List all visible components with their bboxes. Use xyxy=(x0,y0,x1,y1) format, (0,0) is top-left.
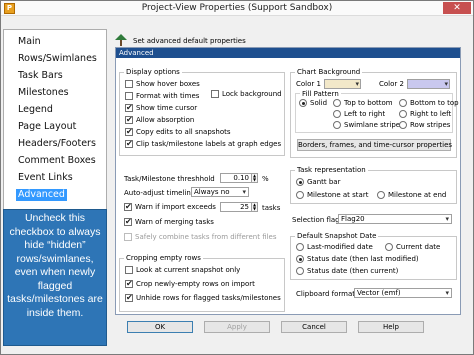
format-with-times-checkbox[interactable]: Format with times xyxy=(125,92,199,100)
show-hover-boxes-checkbox[interactable]: Show hover boxes xyxy=(125,80,200,88)
callout-annotation: Uncheck this checkbox to always hide “hi… xyxy=(3,209,107,346)
task-representation-group: Task representation Gantt bar Milestone … xyxy=(290,166,457,204)
color2-picker[interactable] xyxy=(407,79,450,89)
title-bar: P Project-View Properties (Support Sandb… xyxy=(1,1,473,16)
clipboard-format-label: Clipboard format xyxy=(296,290,356,298)
pattern-swimlane-stripes-radio[interactable]: Swimlane stripes xyxy=(333,121,404,129)
color2-label: Color 2 xyxy=(379,80,404,88)
color1-label: Color 1 xyxy=(296,80,321,88)
fill-pattern-group: Fill Pattern Solid Top to bottom Bottom … xyxy=(295,90,459,133)
panel-header: Advanced xyxy=(116,48,460,58)
warn-import-unit: tasks xyxy=(262,204,281,212)
warn-merging-checkbox[interactable]: Warn of merging tasks xyxy=(124,217,214,226)
selection-flag-select[interactable]: Flag20 xyxy=(338,214,452,224)
nav-item-page-layout[interactable]: Page Layout xyxy=(18,121,76,133)
nav-item-main[interactable]: Main xyxy=(18,36,41,48)
pattern-right-to-left-radio[interactable]: Right to left xyxy=(399,110,451,118)
warn-import-spinner[interactable]: ▲ ▼ xyxy=(252,202,258,212)
pattern-top-to-bottom-radio[interactable]: Top to bottom xyxy=(333,99,393,107)
nav-item-legend[interactable]: Legend xyxy=(18,104,53,116)
nav-item-comment-boxes[interactable]: Comment Boxes xyxy=(18,155,96,167)
threshold-label: Task/Milestone threshhold xyxy=(124,175,215,183)
cancel-button[interactable]: Cancel xyxy=(281,321,347,333)
clipboard-format-select[interactable]: Vector (emf) xyxy=(354,288,452,298)
milestone-at-end-radio[interactable]: Milestone at end xyxy=(377,191,446,199)
display-options-group: Display options Show hover boxes Format … xyxy=(119,68,285,156)
fill-pattern-title: Fill Pattern xyxy=(300,90,341,98)
nav-item-milestones[interactable]: Milestones xyxy=(18,87,69,99)
pattern-bottom-to-top-radio[interactable]: Bottom to top xyxy=(399,99,459,107)
status-date-last-modified-radio[interactable]: Status date (then last modified) xyxy=(296,255,419,263)
pattern-left-to-right-radio[interactable]: Left to right xyxy=(333,110,385,118)
window-title: Project-View Properties (Support Sandbox… xyxy=(141,3,333,13)
task-representation-title: Task representation xyxy=(295,166,368,174)
color1-picker[interactable] xyxy=(324,79,361,89)
show-time-cursor-checkbox[interactable]: Show time cursor xyxy=(125,103,197,112)
auto-adjust-select[interactable]: Always no xyxy=(191,187,249,197)
close-button[interactable]: ✕ xyxy=(443,2,471,14)
tree-icon xyxy=(115,34,127,46)
snapshot-date-title: Default Snapshot Date xyxy=(295,232,379,240)
nav-item-task-bars[interactable]: Task Bars xyxy=(18,70,63,82)
pattern-row-stripes-radio[interactable]: Row stripes xyxy=(399,121,450,129)
apply-button[interactable]: Apply xyxy=(204,321,270,333)
milestone-at-start-radio[interactable]: Milestone at start xyxy=(296,191,368,199)
look-current-snapshot-checkbox[interactable]: Look at current snapshot only xyxy=(125,266,240,274)
current-date-radio[interactable]: Current date xyxy=(385,243,440,251)
gantt-bar-radio[interactable]: Gantt bar xyxy=(296,178,340,186)
nav-item-event-links[interactable]: Event Links xyxy=(18,172,73,184)
nav-item-headers-footers[interactable]: Headers/Footers xyxy=(18,138,96,150)
warn-import-input[interactable]: 25 xyxy=(220,202,252,212)
selection-flag-label: Selection flag xyxy=(292,216,340,224)
cropping-group: Cropping empty rows Look at current snap… xyxy=(119,254,285,312)
borders-frames-button[interactable]: Borders, frames, and time-cursor propert… xyxy=(297,139,452,151)
lock-background-checkbox[interactable]: Lock background xyxy=(211,90,282,98)
banner: Set advanced default properties xyxy=(115,34,461,46)
advanced-panel: Advanced Display options Show hover boxe… xyxy=(115,47,461,315)
threshold-unit: % xyxy=(262,175,269,183)
snapshot-date-group: Default Snapshot Date Last-modified date… xyxy=(290,232,457,280)
allow-absorption-checkbox[interactable]: Allow absorption xyxy=(125,115,194,124)
status-date-current-radio[interactable]: Status date (then current) xyxy=(296,267,398,275)
help-button[interactable]: Help xyxy=(358,321,424,333)
pattern-solid-radio[interactable]: Solid xyxy=(299,99,327,107)
ok-button[interactable]: OK xyxy=(127,321,193,333)
banner-text: Set advanced default properties xyxy=(133,37,246,45)
auto-adjust-label: Auto-adjust timeline xyxy=(124,189,196,197)
crop-newly-empty-checkbox[interactable]: Crop newly-empty rows on import xyxy=(125,279,255,288)
unhide-rows-checkbox[interactable]: Unhide rows for flagged tasks/milestones xyxy=(125,293,281,302)
display-options-title: Display options xyxy=(124,68,182,76)
properties-window: P Project-View Properties (Support Sandb… xyxy=(0,0,474,355)
threshold-spinner[interactable]: ▲ ▼ xyxy=(252,173,258,183)
last-modified-date-radio[interactable]: Last-modified date xyxy=(296,243,373,251)
chart-background-title: Chart Background xyxy=(295,68,363,76)
cropping-title: Cropping empty rows xyxy=(124,254,203,262)
threshold-input[interactable]: 0.10 xyxy=(220,173,252,183)
copy-edits-checkbox[interactable]: Copy edits to all snapshots xyxy=(125,127,231,136)
clip-labels-checkbox[interactable]: Clip task/milestone labels at graph edge… xyxy=(125,139,281,148)
warn-import-checkbox[interactable]: Warn if import exceeds xyxy=(124,202,216,211)
nav-item-rows-swimlanes[interactable]: Rows/Swimlanes xyxy=(18,53,97,65)
nav-item-advanced[interactable]: Advanced xyxy=(16,189,67,201)
chart-background-group: Chart Background Color 1 Color 2 Fill Pa… xyxy=(290,68,459,158)
safely-combine-checkbox[interactable]: Safely combine tasks from different file… xyxy=(124,233,277,241)
